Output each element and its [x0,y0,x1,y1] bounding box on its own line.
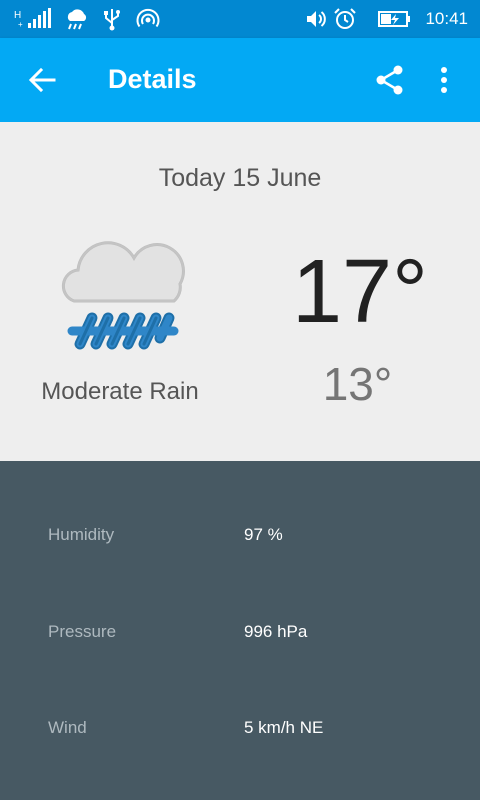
share-icon[interactable] [374,64,406,96]
svg-text:+: + [18,20,23,29]
status-bar: H + 10:41 [0,0,480,38]
battery-charging-icon [378,11,410,27]
detail-row-humidity: Humidity 97 % [0,514,480,554]
arrow-back-icon[interactable] [28,66,56,94]
weather-summary: Today 15 June Moderate Rain 17° 13° [0,122,480,461]
humidity-value: 97 % [244,525,283,544]
alarm-icon [334,8,356,29]
more-vert-icon[interactable] [432,64,456,96]
pressure-value: 996 hPa [244,622,308,641]
pressure-label: Pressure [48,622,117,641]
hotspot-icon [136,8,160,28]
detail-row-pressure: Pressure 996 hPa [0,611,480,651]
weather-condition: Moderate Rain [41,378,199,405]
temperature-high: 17° [291,242,429,342]
temperature-low: 13° [322,358,393,410]
page-title: Details [108,64,197,94]
wind-value: 5 km/h NE [244,718,324,737]
wind-label: Wind [48,718,87,737]
weather-notification-icon [67,9,87,30]
forecast-date: Today 15 June [158,164,322,192]
usb-icon [104,9,120,31]
signal-icon: H + [14,8,51,29]
status-time: 10:41 [425,9,468,28]
app-bar: Details [0,38,480,122]
humidity-label: Humidity [48,525,115,544]
weather-details: Humidity 97 % Pressure 996 hPa Wind 5 km… [0,461,480,800]
volume-icon [307,11,326,27]
rain-cloud-icon [61,241,185,350]
detail-row-wind: Wind 5 km/h NE [0,707,480,747]
